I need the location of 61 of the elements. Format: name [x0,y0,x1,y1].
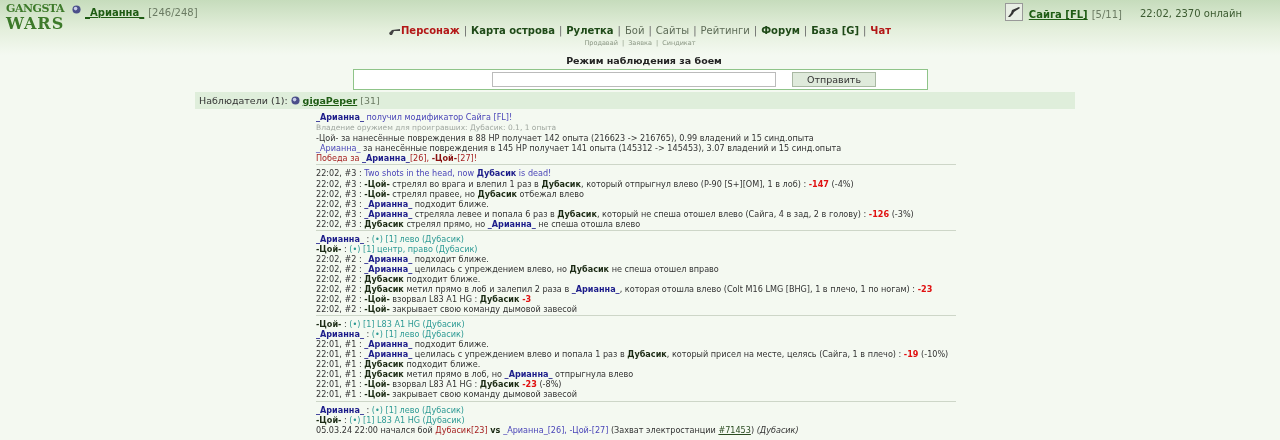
nav-link[interactable]: Рулетка [566,25,614,36]
nav-separator: | [558,25,563,36]
nav-link[interactable]: Рейтинги [700,25,750,36]
log-line: -Цой- за нанесённые повреждения в 88 HP получает 142 опыта (216623 -> 216765), 0.99 владений и 15 синд.опыта [316,133,814,144]
log-line: 22:01, #1 : Дубасик подходит ближе. [316,359,481,370]
log-line: _Арианна_ : (•) [1] лево (Дубасик) [316,329,464,340]
nav-link[interactable]: Персонаж [401,25,460,36]
log-line: 22:01, #1 : Дубасик метил прямо в лоб, но _Арианна_ отпрыгнула влево [316,369,634,380]
nav-separator: | [648,25,652,36]
globe-icon [290,96,300,106]
log-line: 22:01, #1 : -Цой- взорвал L83 A1 HG : Дубасик -23 (-8%) [316,379,562,390]
log-line: _Арианна_ получил модификатор Сайга [FL]! [316,112,513,123]
battle-link[interactable]: #71453 [718,424,751,435]
observer-level: [31] [360,93,380,108]
log-line: 22:01, #1 : -Цой- закрывает свою команду дымовой завесой [316,389,577,400]
log-line: 22:02, #2 : Дубасик метил прямо в лоб и залепил 2 раза в _Арианна_, которая отошла влево (Colt M16 LMG [BHG], 1 в плечо, 1 по ногам) : -23 [316,284,933,295]
log-line: 22:02, #2 : Дубасик подходит ближе. [316,273,481,284]
log-line: _Арианна_ : (•) [1] лево (Дубасик) [316,404,464,415]
nav-separator: | [863,25,867,36]
hp-count: [246/248] [148,6,198,20]
nav-separator: | [693,25,697,36]
globe-icon [72,5,81,14]
nav-link[interactable]: Чат [870,25,891,36]
log-line: 22:02, #2 : _Арианна_ подходит ближе. [316,253,489,264]
log-line: -Цой- : (•) [1] центр, право (Дубасик) [316,243,478,254]
log-line: _Арианна_ : (•) [1] лево (Дубасик) [316,233,464,244]
nav-separator: | [617,25,621,36]
weapon-count: [5/11] [1091,8,1122,22]
log-line: 22:02, #3 : _Арианна_ подходит ближе. [316,198,489,209]
send-button[interactable]: Отправить [792,72,876,88]
log-line: 22:01, #1 : _Арианна_ подходит ближе. [316,339,489,350]
nav-separator: | [753,25,758,36]
observers-label: Наблюдатели (1): [199,93,288,108]
log-line: 05.03.24 22:00 начался бой Дубасик[23] vs _Арианна_[26], -Цой-[27] (Захват электростанции #71453) (Дубасик) [316,424,799,435]
nav-link[interactable]: Карта острова [471,25,555,36]
nav-link[interactable]: Бой [624,25,645,36]
battle-title: Режим наблюдения за боем [565,54,723,68]
status-text: 22:02, 2370 онлайн [1139,7,1242,21]
user-link[interactable]: _Арианна_ [85,5,145,20]
log-line: 22:02, #2 : -Цой- закрывает свою команду дымовой завесой [316,304,577,315]
log-line: Победа за _Арианна_[26], -Цой-[27]! [316,153,477,164]
nav-separator: | [803,25,808,36]
weapon-link[interactable]: Сайга [FL] [1028,7,1088,22]
log-line: -Цой- : (•) [1] L83 A1 HG (Дубасик) [316,414,465,425]
log-line: -Цой- : (•) [1] L83 A1 HG (Дубасик) [316,319,465,330]
log-line: 22:01, #1 : _Арианна_ целилась с упреждением влево и попала 1 раз в Дубасик, который присел на месте, целясь (Сайга, 1 в плечо) : -19 (-10%) [316,349,949,360]
log-line: 22:02, #2 : -Цой- взорвал L83 A1 HG : Дубасик -3 [316,294,532,305]
observer-link[interactable]: gigaPeper [302,93,358,108]
log-line: 22:02, #3 : -Цой- стрелял во врага и влепил 1 раз в Дубасик, который отпрыгнул влево (P-90 [S+][OM], 1 в лоб) : -147 (-4%) [316,178,854,189]
nav-separator: | [463,25,468,36]
log-line: 22:02, #3 : Two shots in the head, now Дубасик is dead! [316,168,552,179]
log-line: 22:02, #2 : _Арианна_ целилась с упреждением влево, но Дубасик не спеша отошел вправо [316,263,719,274]
nav-link[interactable]: Сайты [655,25,690,36]
nav-link[interactable]: База [G] [811,25,859,36]
log-line: 22:02, #3 : -Цой- стрелял правее, но Дубасик отбежал влево [316,188,584,199]
log-line: 22:02, #3 : _Арианна_ стреляла левее и попала 6 раз в Дубасик, который не спеша отошел влево (Сайга, 4 в зад, 2 в голову) : -126 (-3%) [316,208,914,219]
weapon-icon [1004,3,1023,21]
nav-link[interactable]: Форум [761,25,800,36]
message-field[interactable] [492,72,776,88]
log-line: 22:02, #3 : Дубасик стрелял прямо, но _Арианна_ не спеша отошла влево [316,218,641,229]
log-line: _Арианна_ за нанесённые повреждения в 145 HP получает 141 опыта (145312 -> 145453), 3.07 владений и 15 синд.опыта [316,143,842,154]
